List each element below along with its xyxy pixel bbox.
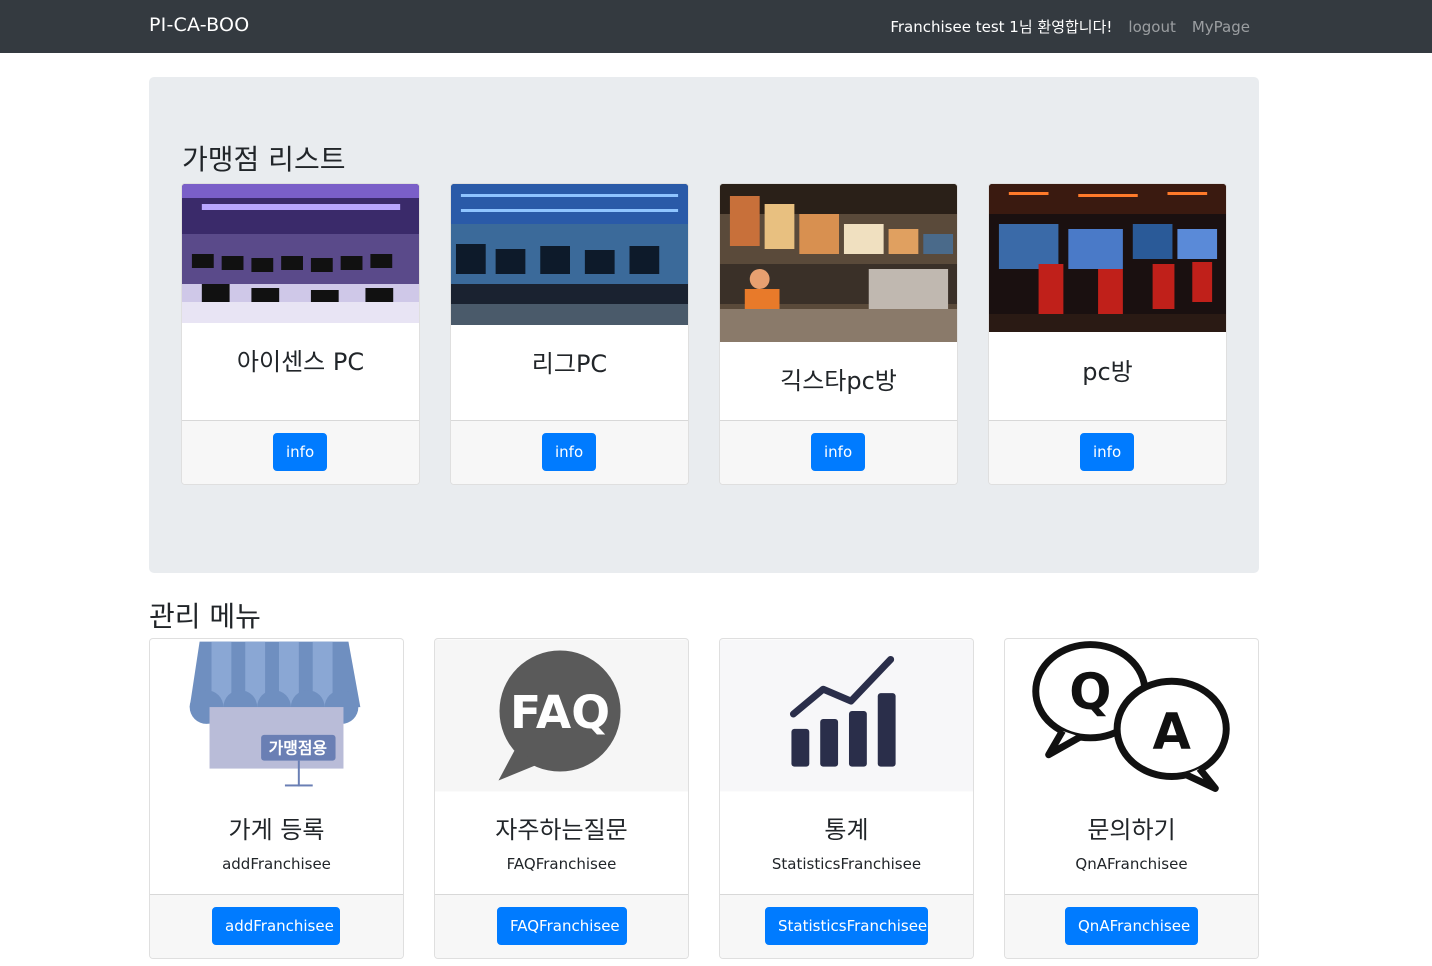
qna-bubbles-icon: Q A (1005, 639, 1258, 792)
logout-link[interactable]: logout (1128, 18, 1175, 36)
franchise-name: 아이센스 PC (236, 348, 365, 376)
admin-card-subtitle: FAQFranchisee (506, 855, 617, 873)
storefront-icon: 가맹점용 (150, 639, 403, 792)
admin-card-title: 문의하기 (1087, 816, 1176, 844)
card-footer: info (720, 420, 957, 484)
admin-menu-title: 관리 메뉴 (149, 600, 261, 633)
admin-card-title: 자주하는질문 (495, 816, 628, 844)
info-button[interactable]: info (542, 433, 596, 471)
card-footer: addFranchisee (150, 894, 403, 958)
admin-card-faq: FAQ 자주하는질문 FAQFranchisee FAQFranchisee (434, 638, 689, 959)
franchise-card: 아이센스 PC info (181, 183, 420, 485)
franchise-name: 리그PC (531, 350, 608, 378)
franchise-name: 긱스타pc방 (780, 367, 897, 395)
card-footer: info (451, 420, 688, 484)
franchise-image (989, 184, 1226, 332)
card-footer: QnAFranchisee (1005, 894, 1258, 958)
info-button[interactable]: info (273, 433, 327, 471)
qna-a-letter: A (1152, 703, 1191, 761)
card-footer: FAQFranchisee (435, 894, 688, 958)
qna-franchisee-button[interactable]: QnAFranchisee (1065, 907, 1198, 945)
franchise-card: pc방 info (988, 183, 1227, 485)
faq-icon-text: FAQ (510, 686, 610, 739)
admin-card-subtitle: StatisticsFranchisee (771, 855, 922, 873)
admin-card-title: 가게 등록 (228, 816, 325, 844)
franchise-card: 긱스타pc방 info (719, 183, 958, 485)
admin-card-add-franchisee: 가맹점용 가게 등록 addFranchisee addFranchisee (149, 638, 404, 959)
storefront-sign-text: 가맹점용 (269, 739, 328, 758)
franchise-image (451, 184, 688, 325)
qna-q-letter: Q (1069, 663, 1111, 721)
franchise-image (182, 184, 419, 323)
bar-chart-icon (720, 639, 973, 792)
navbar-right: Franchisee test 1님 환영합니다! logout MyPage (890, 16, 1250, 37)
admin-card-subtitle: addFranchisee (222, 855, 331, 873)
card-footer: StatisticsFranchisee (720, 894, 973, 958)
brand-logo[interactable]: PI-CA-BOO (149, 14, 249, 36)
info-button[interactable]: info (1080, 433, 1134, 471)
faq-bubble-icon: FAQ (435, 639, 688, 792)
admin-card-statistics: 통계 StatisticsFranchisee StatisticsFranch… (719, 638, 974, 959)
info-button[interactable]: info (811, 433, 865, 471)
admin-card-qna: Q A 문의하기 QnAFranchisee QnAFranchisee (1004, 638, 1259, 959)
mypage-link[interactable]: MyPage (1192, 18, 1250, 36)
card-footer: info (182, 420, 419, 484)
admin-card-title: 통계 (824, 816, 869, 844)
faq-franchisee-button[interactable]: FAQFranchisee (497, 907, 627, 945)
statistics-franchisee-button[interactable]: StatisticsFranchisee (765, 907, 928, 945)
top-navbar: PI-CA-BOO Franchisee test 1님 환영합니다! logo… (0, 0, 1432, 53)
franchise-name: pc방 (1082, 358, 1133, 386)
admin-card-subtitle: QnAFranchisee (1075, 855, 1188, 873)
franchise-image (720, 184, 957, 342)
franchise-list-title: 가맹점 리스트 (182, 143, 346, 176)
welcome-message: Franchisee test 1님 환영합니다! (890, 18, 1113, 36)
franchise-card: 리그PC info (450, 183, 689, 485)
card-footer: info (989, 420, 1226, 484)
add-franchisee-button[interactable]: addFranchisee (212, 907, 340, 945)
